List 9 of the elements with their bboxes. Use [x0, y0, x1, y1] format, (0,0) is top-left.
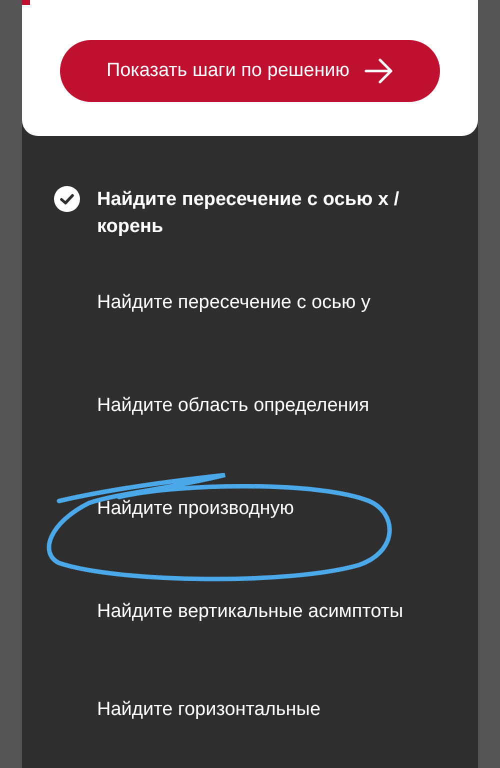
- arrow-right-icon: [364, 58, 394, 84]
- show-steps-button[interactable]: Показать шаги по решению: [60, 40, 440, 102]
- step-link[interactable]: Найдите вертикальные асимптоты: [97, 598, 417, 625]
- step-link[interactable]: Найдите пересечение с осью x / корень: [97, 186, 417, 240]
- edge-marker: [22, 0, 30, 5]
- step-link[interactable]: Найдите пересечение с осью y: [97, 289, 417, 316]
- step-link[interactable]: Найдите производную: [97, 495, 417, 522]
- step-link[interactable]: Найдите горизонтальные: [97, 696, 417, 723]
- step-link[interactable]: Найдите область определения: [97, 392, 417, 419]
